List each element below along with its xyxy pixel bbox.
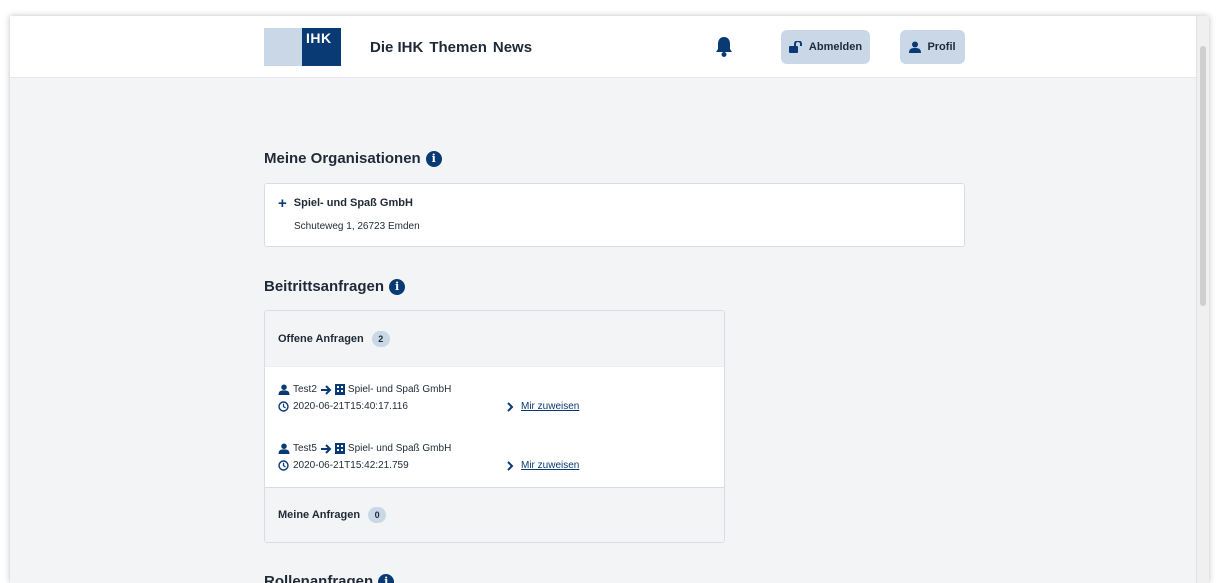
assign-to-me-label: Mir zuweisen [521, 401, 580, 412]
building-icon [334, 443, 345, 454]
open-requests-count-badge: 2 [371, 331, 390, 347]
user-icon [909, 41, 922, 53]
join-requests-title: Beitrittsanfragen [264, 278, 385, 295]
organizations-heading: Meine Organisationen i [264, 150, 442, 167]
my-requests-header[interactable]: Meine Anfragen 0 [265, 487, 724, 542]
assign-to-me-link[interactable]: Mir zuweisen [507, 460, 579, 471]
chevron-right-icon [507, 401, 514, 412]
unlock-icon [788, 41, 802, 53]
chevron-right-icon [507, 460, 514, 471]
vertical-scrollbar[interactable] [1196, 16, 1209, 583]
request-route: Test5 Spiel- und Spaß GmbH [278, 443, 451, 454]
list-item: Test2 Spiel- und Spaß GmbH 2020-06-21T15… [278, 384, 708, 418]
my-requests-group: Meine Anfragen 0 [278, 507, 387, 523]
open-requests-header[interactable]: Offene Anfragen 2 [265, 311, 724, 367]
organization-name: Spiel- und Spaß GmbH [293, 197, 413, 209]
open-requests-label: Offene Anfragen [278, 333, 364, 345]
my-requests-count-badge: 0 [368, 507, 387, 523]
arrow-right-icon [320, 443, 332, 454]
nav-die-ihk[interactable]: Die IHK [370, 39, 423, 56]
bell-icon[interactable] [715, 36, 733, 58]
arrow-right-icon [320, 384, 332, 395]
user-icon [278, 443, 290, 454]
ihk-logo-mark: IHK [302, 28, 341, 66]
clock-icon [278, 460, 289, 471]
assign-to-me-label: Mir zuweisen [521, 460, 580, 471]
request-timestamp: 2020-06-21T15:40:17.116 [293, 401, 408, 412]
request-timestamp: 2020-06-21T15:42:21.759 [293, 460, 409, 471]
profile-label: Profil [927, 41, 956, 53]
info-icon[interactable]: i [378, 573, 395, 583]
request-organization: Spiel- und Spaß GmbH [347, 443, 452, 454]
clock-icon [278, 401, 289, 412]
role-requests-heading: Rollenanfragen i [264, 573, 395, 583]
request-timestamp-row: 2020-06-21T15:40:17.116 [278, 401, 408, 412]
plus-icon[interactable]: + [278, 196, 287, 211]
organization-card: + Spiel- und Spaß GmbH Schuteweg 1, 2672… [264, 183, 965, 247]
scrollbar-thumb[interactable] [1200, 46, 1206, 306]
ihk-logo[interactable]: IHK [264, 28, 341, 66]
join-requests-heading: Beitrittsanfragen i [264, 278, 406, 295]
info-icon[interactable]: i [425, 150, 442, 167]
open-requests-group: Offene Anfragen 2 [278, 331, 390, 347]
request-timestamp-row: 2020-06-21T15:42:21.759 [278, 460, 409, 471]
list-item: Test5 Spiel- und Spaß GmbH 2020-06-21T15… [278, 443, 708, 477]
info-icon[interactable]: i [389, 278, 406, 295]
browser-window: IHK Die IHK Themen News Abmelden Profil [10, 16, 1209, 583]
request-organization: Spiel- und Spaß GmbH [347, 384, 452, 395]
my-requests-label: Meine Anfragen [278, 509, 361, 521]
nav-themen[interactable]: Themen [429, 39, 487, 56]
request-route: Test2 Spiel- und Spaß GmbH [278, 384, 451, 395]
logout-label: Abmelden [808, 41, 863, 53]
top-navigation-bar: IHK Die IHK Themen News Abmelden Profil [10, 16, 1196, 78]
request-user: Test5 [293, 443, 317, 454]
request-user: Test2 [293, 384, 317, 395]
role-requests-title: Rollenanfragen [264, 573, 374, 583]
join-requests-card: Offene Anfragen 2 Test2 Spiel- und Spaß … [264, 310, 725, 543]
organization-address: Schuteweg 1, 26723 Emden [294, 221, 420, 232]
profile-button[interactable]: Profil [900, 30, 965, 64]
nav-news[interactable]: News [493, 39, 532, 56]
user-icon [278, 384, 290, 395]
building-icon [334, 384, 345, 395]
main-nav: Die IHK Themen News [370, 39, 532, 56]
organizations-title: Meine Organisationen [264, 150, 421, 167]
organization-item[interactable]: + Spiel- und Spaß GmbH [278, 196, 413, 211]
logout-button[interactable]: Abmelden [781, 30, 870, 64]
assign-to-me-link[interactable]: Mir zuweisen [507, 401, 579, 412]
